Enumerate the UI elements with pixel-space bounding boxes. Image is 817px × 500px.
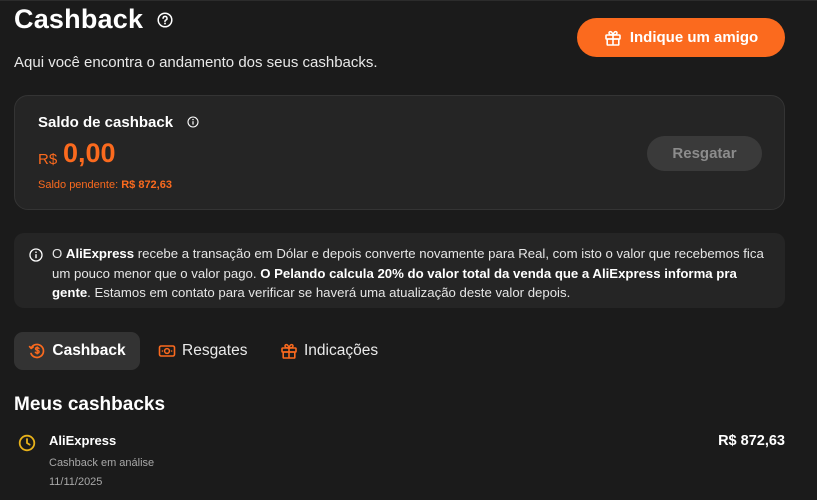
gift-icon <box>605 30 621 46</box>
balance-label: Saldo de cashback <box>38 114 174 131</box>
page-title: Cashback <box>14 4 144 34</box>
pending-balance: Saldo pendente: R$ 872,63 <box>38 179 172 191</box>
notice-bold: AliExpress <box>65 246 135 261</box>
notice-text: O AliExpress recebe a transação em Dólar… <box>52 244 772 303</box>
tab-cashback[interactable]: Cashback <box>14 332 140 370</box>
tab-resgates[interactable]: Resgates <box>158 332 247 370</box>
help-icon[interactable] <box>157 12 173 28</box>
notice-part: O <box>52 246 66 261</box>
cashback-list-item[interactable]: AliExpress Cashback em análise 11/11/202… <box>14 428 785 493</box>
invite-friend-label: Indique um amigo <box>629 29 759 46</box>
dollar-circle-icon <box>29 343 45 359</box>
cashback-status: Cashback em análise <box>49 457 155 469</box>
section-title: Meus cashbacks <box>14 394 166 415</box>
cashback-value: R$ 872,63 <box>718 433 785 449</box>
balance-amount: 0,00 <box>63 138 116 168</box>
redeem-button[interactable]: Resgatar <box>647 136 762 171</box>
banknote-icon <box>158 345 176 357</box>
pending-label: Saldo pendente: <box>38 179 119 191</box>
pending-value: R$ 872,63 <box>121 179 172 191</box>
clock-icon <box>18 434 36 452</box>
aliexpress-notice: O AliExpress recebe a transação em Dólar… <box>14 233 785 308</box>
info-icon <box>29 248 43 262</box>
info-icon[interactable] <box>187 116 199 128</box>
tab-indicacoes[interactable]: Indicações <box>280 332 378 370</box>
invite-friend-button[interactable]: Indique um amigo <box>577 18 785 57</box>
cashback-store: AliExpress <box>49 433 117 448</box>
gift-icon <box>281 343 297 359</box>
cashback-date: 11/11/2025 <box>49 476 103 488</box>
tab-label: Indicações <box>304 342 379 359</box>
page-subtitle: Aqui você encontra o andamento dos seus … <box>14 54 378 71</box>
balance-currency: R$ <box>38 151 58 168</box>
balance-card: Saldo de cashback R$ 0,00 Saldo pendente… <box>14 95 785 210</box>
tab-label: Cashback <box>52 342 126 359</box>
notice-part: . Estamos em contato para verificar se h… <box>87 285 571 300</box>
tab-label: Resgates <box>182 342 248 359</box>
